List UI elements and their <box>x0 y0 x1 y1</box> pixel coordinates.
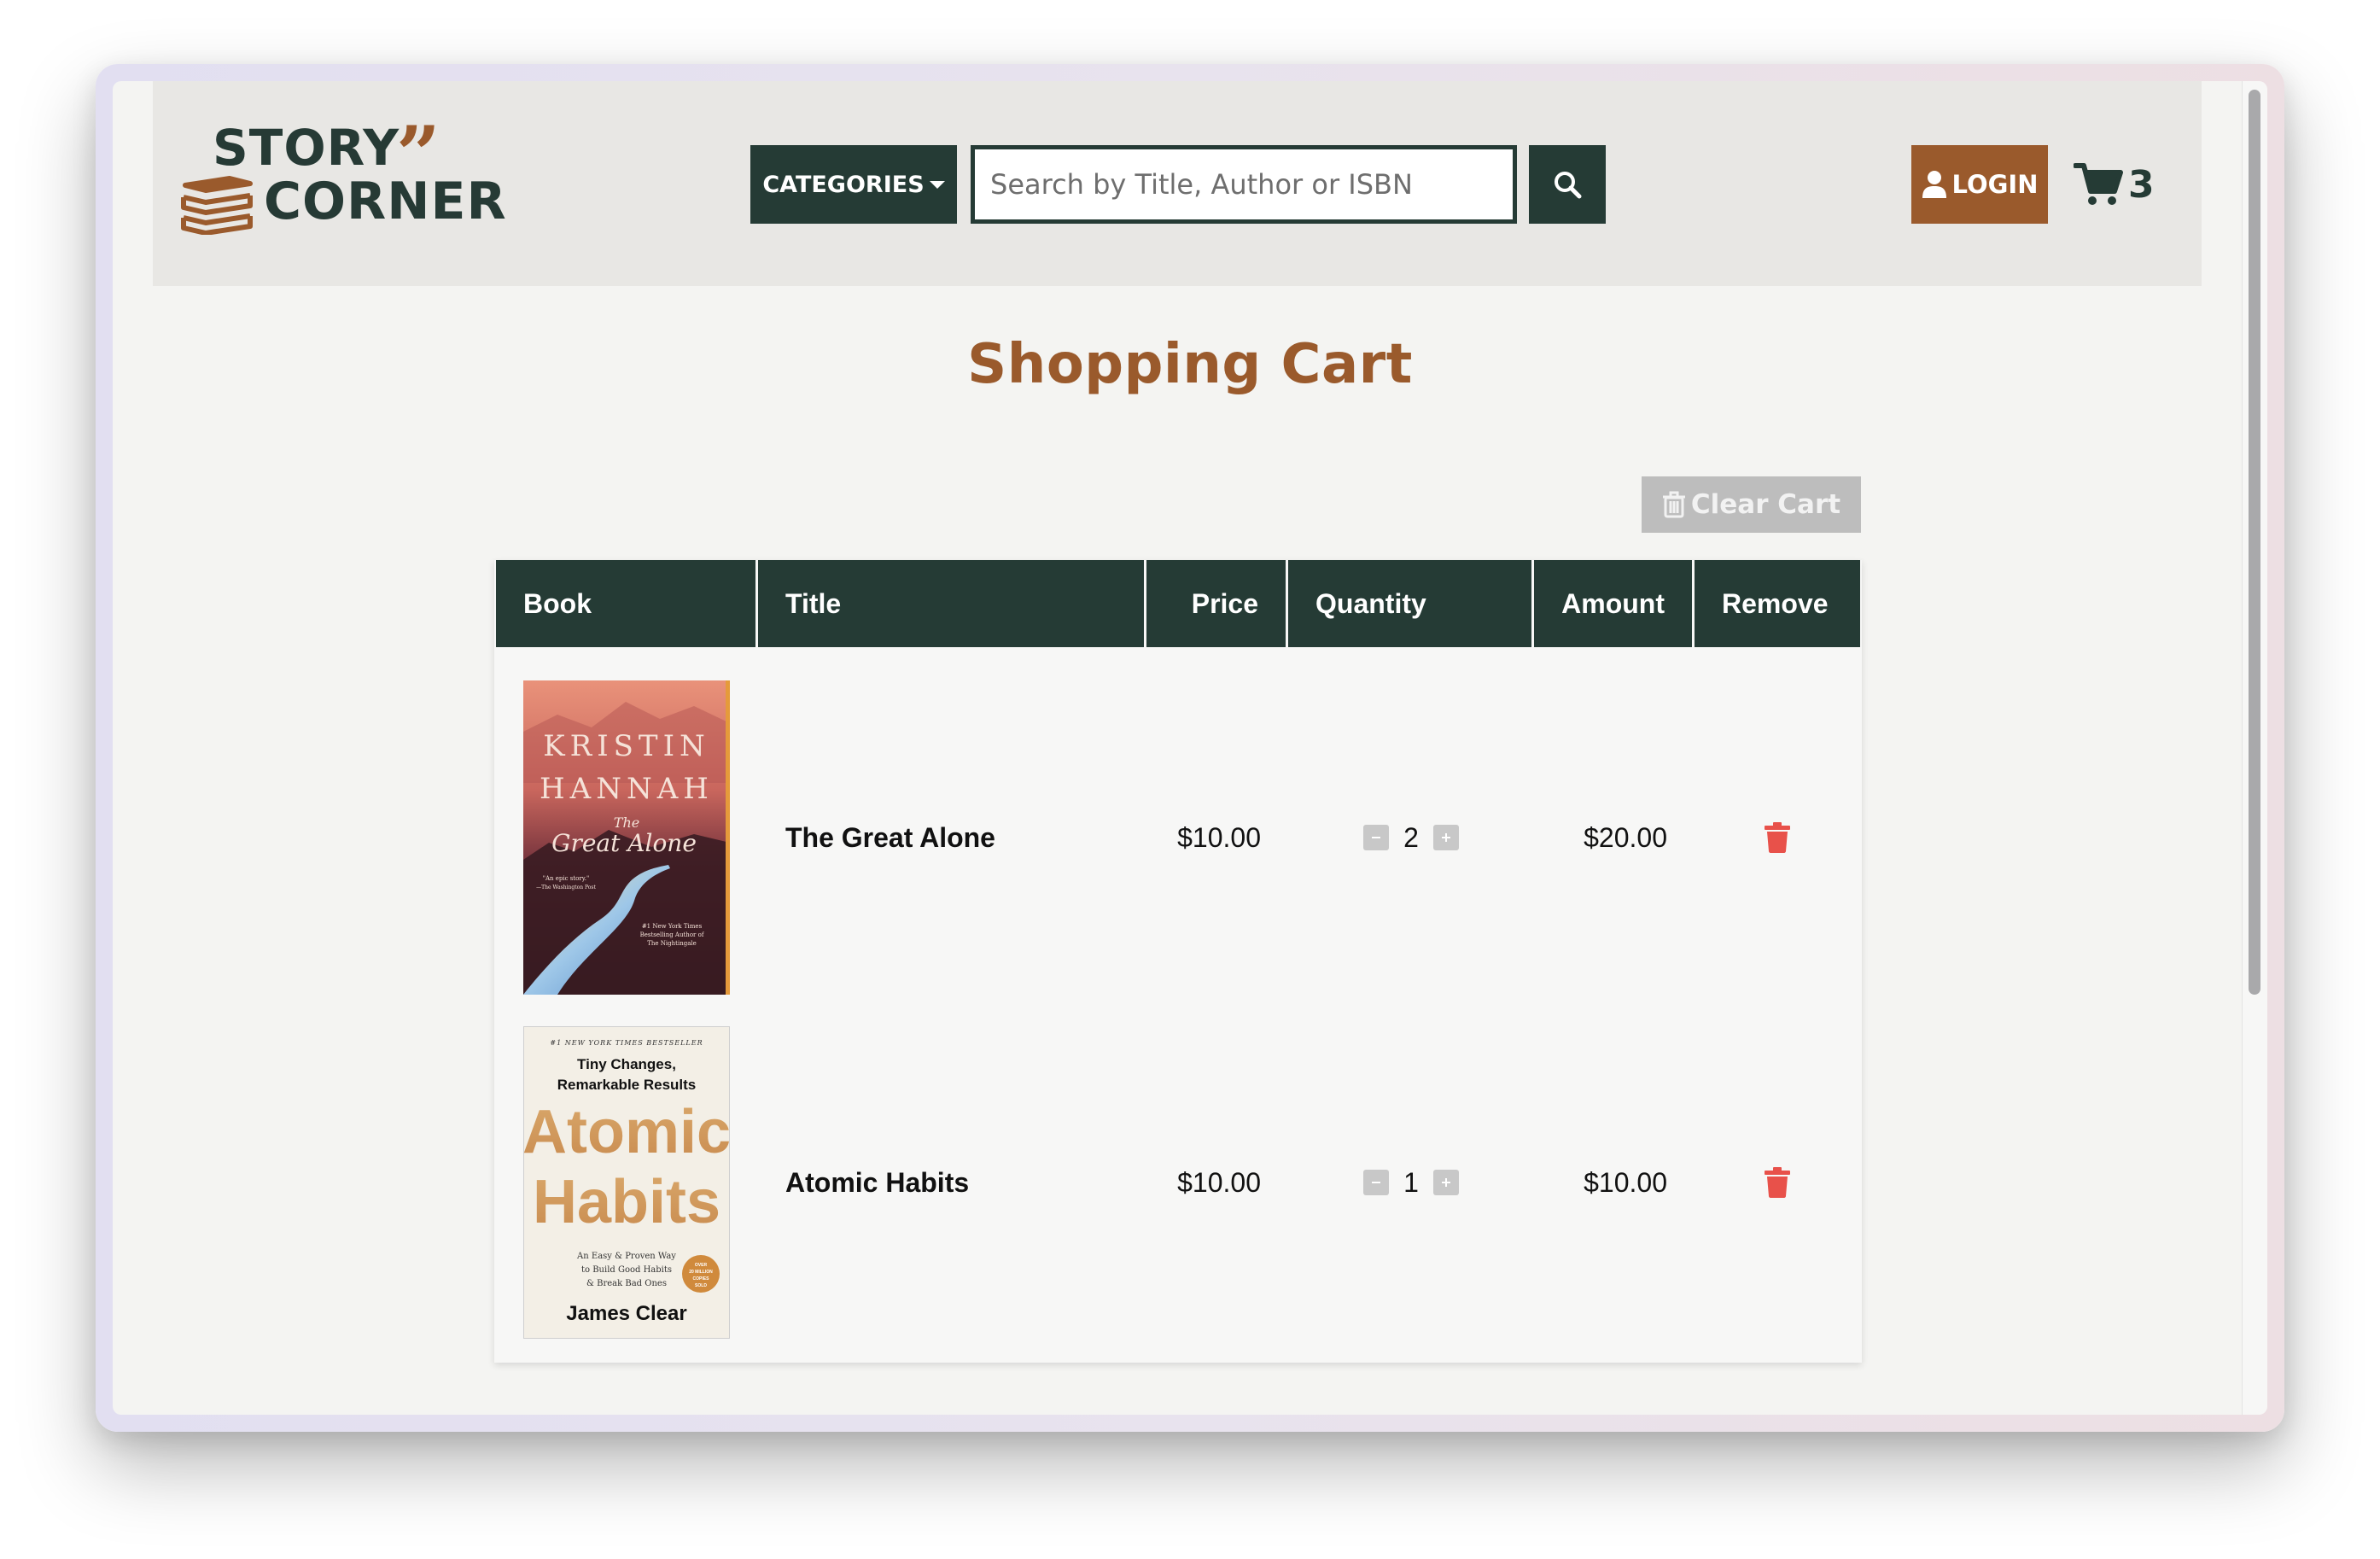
book-cover-cell: #1 NEW YORK TIMES BESTSELLER Tiny Change… <box>496 1004 758 1361</box>
shopping-cart-icon <box>2074 163 2123 205</box>
cover-bestseller-line2: Bestselling Author of <box>640 931 705 938</box>
scrollbar-thumb[interactable] <box>2249 90 2260 995</box>
quantity-stepper: 1 <box>1315 1167 1507 1199</box>
minus-icon <box>1372 1182 1380 1183</box>
vertical-scrollbar[interactable] <box>2242 81 2267 1415</box>
cart-table: Book Title Price Quantity Amount Remove <box>496 560 1860 1361</box>
cover-quote-source: —The Washington Post <box>536 885 596 890</box>
remove-cell <box>1695 647 1860 1004</box>
cover-title: Great Alone <box>551 829 697 857</box>
book-price-cell: $10.00 <box>1177 821 1261 853</box>
quantity-value: 1 <box>1403 1166 1419 1198</box>
cover-subtitle-line3: & Break Bad Ones <box>586 1279 667 1288</box>
clear-cart-label: Clear Cart <box>1690 489 1841 520</box>
header-amount: Amount <box>1534 560 1695 647</box>
logo-text-corner: CORNER <box>264 172 507 231</box>
login-button[interactable]: LOGIN <box>1911 145 2048 224</box>
site-logo[interactable]: STORY ” CORNER <box>178 116 506 248</box>
book-amount-cell: $20.00 <box>1584 821 1667 853</box>
trash-outline-icon <box>1662 491 1685 518</box>
categories-dropdown-button[interactable]: CATEGORIES <box>750 145 957 224</box>
book-amount-cell: $10.00 <box>1584 1166 1667 1198</box>
logo-text-story: STORY <box>213 119 400 177</box>
cover-title-line1: Atomic <box>523 1098 730 1166</box>
cover-badge-line3: COPIES <box>693 1276 710 1282</box>
login-label: LOGIN <box>1951 170 2039 199</box>
table-header-row: Book Title Price Quantity Amount Remove <box>496 560 1860 647</box>
cover-quote: "An epic story." <box>543 875 589 882</box>
table-row: #1 NEW YORK TIMES BESTSELLER Tiny Change… <box>496 1004 1860 1361</box>
cover-title-line2: Habits <box>533 1168 720 1236</box>
cart-count-badge: 3 <box>2128 162 2155 207</box>
page-title: Shopping Cart <box>967 333 1413 396</box>
quantity-value: 2 <box>1403 821 1419 853</box>
caret-down-icon <box>929 181 945 189</box>
cover-badge-line1: OVER <box>695 1263 708 1268</box>
cover-author-line1: KRISTIN <box>543 729 710 763</box>
cover-badge-line4: SOLD <box>695 1283 707 1288</box>
book-cover-the-great-alone[interactable]: KRISTIN HANNAH The Great Alone "An epic … <box>523 680 730 995</box>
book-title-cell: The Great Alone <box>785 821 995 853</box>
cart-link[interactable]: 3 <box>2074 156 2155 213</box>
book-cover-cell: KRISTIN HANNAH The Great Alone "An epic … <box>496 647 758 1004</box>
trash-icon <box>1765 822 1790 853</box>
search-icon <box>1555 172 1582 199</box>
user-icon <box>1922 171 1946 198</box>
cover-badge-line2: 20 MILLION <box>689 1270 713 1275</box>
remove-cell <box>1695 1004 1860 1361</box>
increase-quantity-button[interactable] <box>1433 1170 1459 1195</box>
site-header: STORY ” CORNER CATEGORIES LOGIN <box>153 81 2202 286</box>
header-book: Book <box>496 560 758 647</box>
search-input[interactable] <box>971 145 1517 224</box>
cover-author: James Clear <box>566 1302 686 1325</box>
categories-label: CATEGORIES <box>762 171 925 198</box>
quantity-cell: 1 <box>1288 1004 1534 1361</box>
cover-author-line2: HANNAH <box>540 772 714 806</box>
quantity-cell: 2 <box>1288 647 1534 1004</box>
plus-icon <box>1442 833 1450 842</box>
book-cover-atomic-habits[interactable]: #1 NEW YORK TIMES BESTSELLER Tiny Change… <box>523 1026 730 1339</box>
cover-bestseller-line3: The Nightingale <box>647 940 697 947</box>
search-button[interactable] <box>1529 145 1606 224</box>
minus-icon <box>1372 837 1380 838</box>
header-quantity: Quantity <box>1288 560 1534 647</box>
plus-icon <box>1442 1178 1450 1187</box>
decrease-quantity-button[interactable] <box>1363 825 1389 850</box>
quantity-stepper: 2 <box>1315 822 1507 854</box>
remove-item-button[interactable] <box>1722 1167 1833 1198</box>
book-title-cell: Atomic Habits <box>785 1166 970 1198</box>
cover-subtitle-line1: An Easy & Proven Way <box>576 1252 676 1261</box>
cover-tagline-line1: Tiny Changes, <box>577 1056 676 1072</box>
cover-bestseller: #1 NEW YORK TIMES BESTSELLER <box>550 1039 703 1047</box>
remove-item-button[interactable] <box>1722 822 1833 853</box>
increase-quantity-button[interactable] <box>1433 825 1459 850</box>
header-title: Title <box>758 560 1146 647</box>
header-remove: Remove <box>1695 560 1860 647</box>
cover-bestseller-line1: #1 New York Times <box>642 923 703 930</box>
cover-tagline-line2: Remarkable Results <box>557 1077 697 1093</box>
browser-window: STORY ” CORNER CATEGORIES LOGIN <box>113 81 2267 1415</box>
cover-subtitle-line2: to Build Good Habits <box>581 1265 672 1275</box>
table-row: KRISTIN HANNAH The Great Alone "An epic … <box>496 647 1860 1004</box>
cart-table-container: Book Title Price Quantity Amount Remove <box>494 560 1862 1363</box>
header-price: Price <box>1146 560 1288 647</box>
book-price-cell: $10.00 <box>1177 1166 1261 1198</box>
decrease-quantity-button[interactable] <box>1363 1170 1389 1195</box>
books-logo-icon <box>181 176 253 235</box>
clear-cart-button[interactable]: Clear Cart <box>1642 476 1861 533</box>
trash-icon <box>1765 1167 1790 1198</box>
